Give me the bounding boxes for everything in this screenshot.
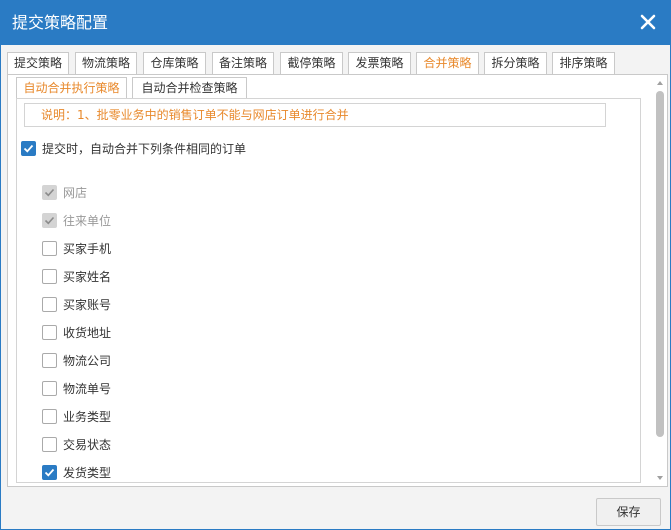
condition-row-partner[interactable]: 往来单位 (42, 211, 111, 229)
merge-options-area: 说明：1、批零业务中的销售订单不能与网店订单进行合并 提交时，自动合并下列条件相… (16, 98, 641, 483)
close-icon[interactable] (639, 13, 657, 31)
condition-row-trade-status[interactable]: 交易状态 (42, 435, 111, 453)
condition-row-buyer-phone[interactable]: 买家手机 (42, 239, 111, 257)
condition-row-buyer-account[interactable]: 买家账号 (42, 295, 111, 313)
tab-invoice-strategy[interactable]: 发票策略 (348, 52, 411, 75)
condition-checkbox-tracking-number[interactable] (42, 380, 57, 396)
auto-merge-checkbox-row[interactable]: 提交时，自动合并下列条件相同的订单 (21, 139, 246, 157)
condition-label-address: 收货地址 (63, 325, 112, 340)
tab-merge-strategy[interactable]: 合并策略 (416, 52, 479, 75)
condition-label-buyer-name: 买家姓名 (63, 269, 112, 284)
tab-sort-strategy[interactable]: 排序策略 (552, 52, 615, 75)
condition-checkbox-shop[interactable] (42, 184, 57, 200)
merge-note: 说明：1、批零业务中的销售订单不能与网店订单进行合并 (24, 103, 606, 127)
auto-merge-label: 提交时，自动合并下列条件相同的订单 (42, 141, 247, 156)
vertical-scrollbar[interactable] (655, 77, 665, 482)
condition-row-shop[interactable]: 网店 (42, 183, 87, 201)
dialog-title: 提交策略配置 (12, 13, 109, 32)
condition-row-tracking-number[interactable]: 物流单号 (42, 379, 111, 397)
condition-label-buyer-phone: 买家手机 (63, 241, 112, 256)
condition-row-business-type[interactable]: 业务类型 (42, 407, 111, 425)
condition-row-buyer-name[interactable]: 买家姓名 (42, 267, 111, 285)
tab-split-strategy[interactable]: 拆分策略 (484, 52, 547, 75)
condition-checkbox-business-type[interactable] (42, 408, 57, 424)
condition-label-tracking-number: 物流单号 (63, 381, 112, 396)
merge-strategy-panel: 自动合并执行策略 自动合并检查策略 说明：1、批零业务中的销售订单不能与网店订单… (7, 74, 668, 487)
subtab-auto-merge-execute[interactable]: 自动合并执行策略 (16, 77, 127, 99)
scrollbar-thumb[interactable] (656, 91, 664, 437)
condition-checkbox-buyer-account[interactable] (42, 296, 57, 312)
condition-label-logistics-company: 物流公司 (63, 353, 112, 368)
condition-label-shop: 网店 (63, 185, 88, 200)
tab-remark-strategy[interactable]: 备注策略 (212, 52, 274, 75)
subtab-auto-merge-check[interactable]: 自动合并检查策略 (132, 77, 247, 99)
dialog-titlebar: 提交策略配置 (1, 1, 670, 45)
condition-label-buyer-account: 买家账号 (63, 297, 112, 312)
condition-label-shipping-type: 发货类型 (63, 465, 112, 480)
condition-row-address[interactable]: 收货地址 (42, 323, 111, 341)
strategy-config-dialog: 提交策略配置 提交策略 物流策略 仓库策略 备注策略 截停策略 发票策略 合并策… (0, 0, 671, 530)
condition-checkbox-shipping-type[interactable] (42, 464, 57, 480)
scroll-up-arrow-icon[interactable] (655, 77, 665, 87)
save-button[interactable]: 保存 (596, 498, 661, 526)
condition-label-business-type: 业务类型 (63, 409, 112, 424)
tab-intercept-strategy[interactable]: 截停策略 (280, 52, 343, 75)
condition-checkbox-buyer-phone[interactable] (42, 240, 57, 256)
condition-checkbox-trade-status[interactable] (42, 436, 57, 452)
auto-merge-checkbox[interactable] (21, 140, 36, 156)
condition-checkbox-logistics-company[interactable] (42, 352, 57, 368)
tab-warehouse-strategy[interactable]: 仓库策略 (143, 52, 206, 75)
condition-label-trade-status: 交易状态 (63, 437, 112, 452)
tab-submit-strategy[interactable]: 提交策略 (7, 52, 69, 75)
tab-logistics-strategy[interactable]: 物流策略 (75, 52, 137, 75)
condition-checkbox-partner[interactable] (42, 212, 57, 228)
condition-checkbox-buyer-name[interactable] (42, 268, 57, 284)
condition-label-partner: 往来单位 (63, 213, 112, 228)
scroll-down-arrow-icon[interactable] (655, 472, 665, 482)
condition-checkbox-address[interactable] (42, 324, 57, 340)
condition-row-logistics-company[interactable]: 物流公司 (42, 351, 111, 369)
condition-row-shipping-type[interactable]: 发货类型 (42, 463, 111, 481)
